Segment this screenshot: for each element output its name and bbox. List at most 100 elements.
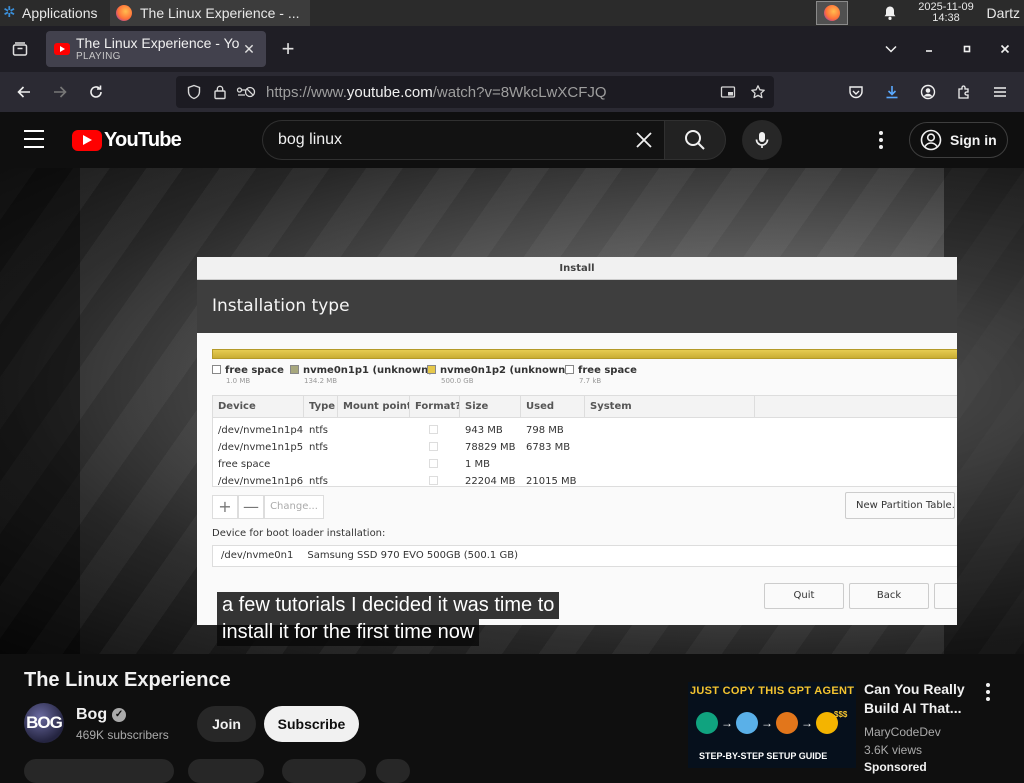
account-circle-icon	[920, 129, 942, 151]
new-partition-table-button: New Partition Table...	[845, 492, 955, 519]
list-all-tabs-button[interactable]	[872, 26, 910, 72]
account-button[interactable]	[910, 74, 946, 110]
guide-menu-button[interactable]	[24, 130, 48, 150]
boot-loader-select: /dev/nvme0n1 Samsung SSD 970 EVO 500GB (5…	[212, 545, 957, 567]
search-button[interactable]	[664, 120, 726, 160]
sponsored-channel-name[interactable]: MaryCodeDev	[864, 725, 941, 739]
applications-menu[interactable]: ✲ Applications	[0, 0, 108, 26]
youtube-play-icon	[72, 130, 102, 151]
clock[interactable]: 2025-11-09 14:38	[912, 2, 980, 24]
youtube-logo[interactable]: YouTube	[72, 129, 182, 152]
permissions-icon[interactable]	[234, 80, 258, 104]
tray-firefox-button[interactable]	[816, 1, 848, 25]
firefox-view-icon	[12, 42, 28, 56]
url-text[interactable]: https://www.youtube.com/watch?v=8WkcLwXC…	[266, 84, 716, 101]
thumbnail-footer: STEP-BY-STEP SETUP GUIDE	[699, 751, 828, 761]
next-button-installer	[934, 583, 957, 609]
share-button[interactable]	[188, 759, 264, 783]
boot-loader-label: Device for boot loader installation:	[212, 528, 386, 539]
lock-icon[interactable]	[208, 80, 232, 104]
search-input[interactable]	[278, 131, 624, 149]
caption-line: a few tutorials I decided it was time to	[217, 592, 560, 619]
robot-icon	[736, 712, 758, 734]
browser-nav-bar: https://www.youtube.com/watch?v=8WkcLwXC…	[0, 72, 1024, 112]
partition-table-header: Device Type Mount point Format? Size Use…	[213, 396, 957, 418]
legend-item: free space 7.7 kB	[565, 365, 637, 385]
more-vertical-icon	[986, 683, 990, 701]
youtube-header: YouTube Sign in	[0, 112, 1024, 168]
table-row: /dev/nvme1n1p6 ntfs 22204 MB 21015 MB	[218, 476, 577, 487]
picture-in-picture-icon[interactable]	[716, 80, 740, 104]
os-taskbar: ✲ Applications The Linux Experience - ..…	[0, 0, 1024, 26]
firefox-icon	[116, 5, 132, 21]
thumbnail-flow: → → →	[696, 712, 838, 734]
plus-icon: +	[281, 36, 295, 61]
sponsored-more-button[interactable]	[976, 680, 1000, 704]
forward-button[interactable]	[42, 74, 78, 110]
thumbnail-dollars: $$$	[834, 710, 848, 719]
tab-title: The Linux Experience - YouTube	[76, 35, 240, 51]
minimize-button[interactable]	[910, 26, 948, 72]
more-actions-button[interactable]	[376, 759, 410, 783]
save-button[interactable]	[282, 759, 366, 783]
settings-more-button[interactable]	[866, 124, 896, 156]
captions: a few tutorials I decided it was time to…	[217, 592, 560, 646]
close-window-button[interactable]	[986, 26, 1024, 72]
bell-icon[interactable]	[882, 5, 898, 21]
sponsored-video-title[interactable]: Can You Really Build AI That...	[864, 680, 974, 718]
close-icon	[636, 132, 652, 148]
metamask-fox-icon	[776, 712, 798, 734]
table-row: /dev/nvme1n1p5 ntfs 78829 MB 6783 MB	[218, 442, 571, 453]
shield-icon[interactable]	[182, 80, 206, 104]
pocket-icon	[849, 86, 863, 99]
clear-search-button[interactable]	[624, 121, 664, 159]
table-row: free space 1 MB	[218, 459, 491, 470]
new-tab-button[interactable]: +	[270, 31, 306, 67]
video-player[interactable]: Install Installation type free space 1.0…	[0, 168, 1024, 654]
like-dislike-button[interactable]	[24, 759, 174, 783]
search-box	[262, 120, 664, 160]
channel-name[interactable]: Bog ✓	[76, 706, 127, 724]
user-menu[interactable]: Dartz	[980, 5, 1024, 21]
taskbar-window-title: The Linux Experience - ...	[140, 5, 300, 21]
thumbnail-headline: JUST COPY THIS GPT AGENT	[690, 685, 855, 697]
sponsored-views: 3.6K views	[864, 743, 923, 757]
maximize-button[interactable]	[948, 26, 986, 72]
installer-window: Install Installation type free space 1.0…	[197, 257, 957, 625]
subscribe-button[interactable]: Subscribe	[264, 706, 359, 742]
bookmark-star-icon[interactable]	[746, 80, 770, 104]
add-partition-button: +	[212, 495, 238, 519]
sponsored-label: Sponsored	[864, 760, 927, 774]
legend-item: free space 1.0 MB	[212, 365, 284, 385]
firefox-view-button[interactable]	[0, 26, 40, 72]
tab-close-icon[interactable]: ✕	[240, 40, 258, 58]
caption-line: install it for the first time now	[217, 619, 480, 646]
firefox-icon	[824, 5, 840, 21]
reload-button[interactable]	[78, 74, 114, 110]
arrow-right-icon	[54, 86, 67, 98]
sponsored-thumbnail[interactable]: JUST COPY THIS GPT AGENT → → → $$$ STEP-…	[688, 682, 856, 768]
maximize-icon	[963, 45, 971, 53]
quit-button: Quit	[764, 583, 844, 609]
installer-heading: Installation type	[197, 280, 957, 333]
browser-tab-bar: The Linux Experience - YouTube PLAYING ✕…	[0, 26, 1024, 72]
voice-search-button[interactable]	[742, 120, 782, 160]
taskbar-window-button[interactable]: The Linux Experience - ...	[110, 0, 310, 26]
pocket-button[interactable]	[838, 74, 874, 110]
extensions-button[interactable]	[946, 74, 982, 110]
partition-table-buttons: + — Change...	[212, 495, 324, 519]
legend-item: nvme0n1p2 (unknown) 500.0 GB	[427, 365, 570, 385]
sign-in-button[interactable]: Sign in	[909, 122, 1008, 158]
minimize-icon	[926, 50, 932, 52]
back-button[interactable]	[6, 74, 42, 110]
downloads-button[interactable]	[874, 74, 910, 110]
installer-title: Install	[197, 257, 957, 280]
active-tab[interactable]: The Linux Experience - YouTube PLAYING ✕	[46, 31, 266, 67]
applications-label: Applications	[22, 5, 98, 21]
channel-avatar[interactable]: BOG	[24, 703, 64, 743]
app-menu-button[interactable]	[982, 74, 1018, 110]
join-button[interactable]: Join	[197, 706, 256, 742]
hamburger-icon	[994, 87, 1006, 97]
url-bar[interactable]: https://www.youtube.com/watch?v=8WkcLwXC…	[176, 76, 774, 108]
partition-table: Device Type Mount point Format? Size Use…	[212, 395, 957, 487]
